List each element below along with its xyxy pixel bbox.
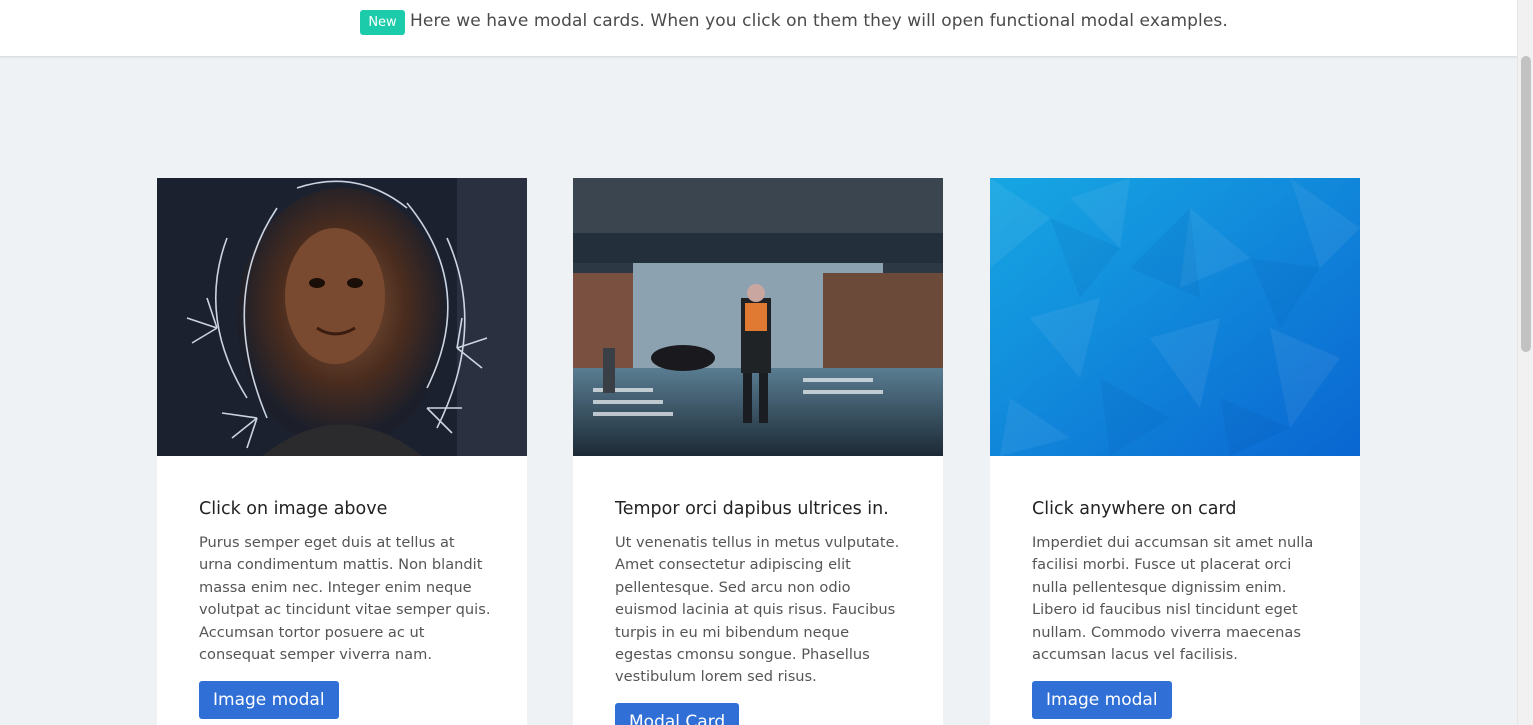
blue-polygon-image[interactable] <box>990 178 1360 456</box>
modal-card-button[interactable]: Modal Card <box>615 703 740 725</box>
street-scene-image <box>573 178 943 456</box>
card-title: Click anywhere on card <box>1032 499 1237 519</box>
modal-card-2: Tempor orci dapibus ultrices in. Ut vene… <box>573 178 943 725</box>
card-title: Tempor orci dapibus ultrices in. <box>615 499 889 519</box>
card-text: Purus semper eget duis at tellus at urna… <box>199 534 491 664</box>
image-modal-button[interactable]: Image modal <box>199 681 339 719</box>
announcement-text: Here we have modal cards. When you click… <box>410 11 1228 31</box>
card-title: Click on image above <box>199 499 388 519</box>
modal-card-1: Click on image above Purus semper eget d… <box>157 178 527 725</box>
announcement-bar: New Here we have modal cards. When you c… <box>0 0 1517 57</box>
scrollbar-thumb[interactable] <box>1521 56 1531 352</box>
card-text: Ut venenatis tellus in metus vulputate. … <box>615 534 900 686</box>
new-badge: New <box>360 10 405 35</box>
modal-card-3[interactable]: Click anywhere on card Imperdiet dui acc… <box>990 178 1360 725</box>
portrait-sparkler-image[interactable] <box>157 178 527 456</box>
vertical-scrollbar[interactable] <box>1517 0 1533 725</box>
image-modal-button[interactable]: Image modal <box>1032 681 1172 719</box>
card-text: Imperdiet dui accumsan sit amet nulla fa… <box>1032 534 1314 664</box>
